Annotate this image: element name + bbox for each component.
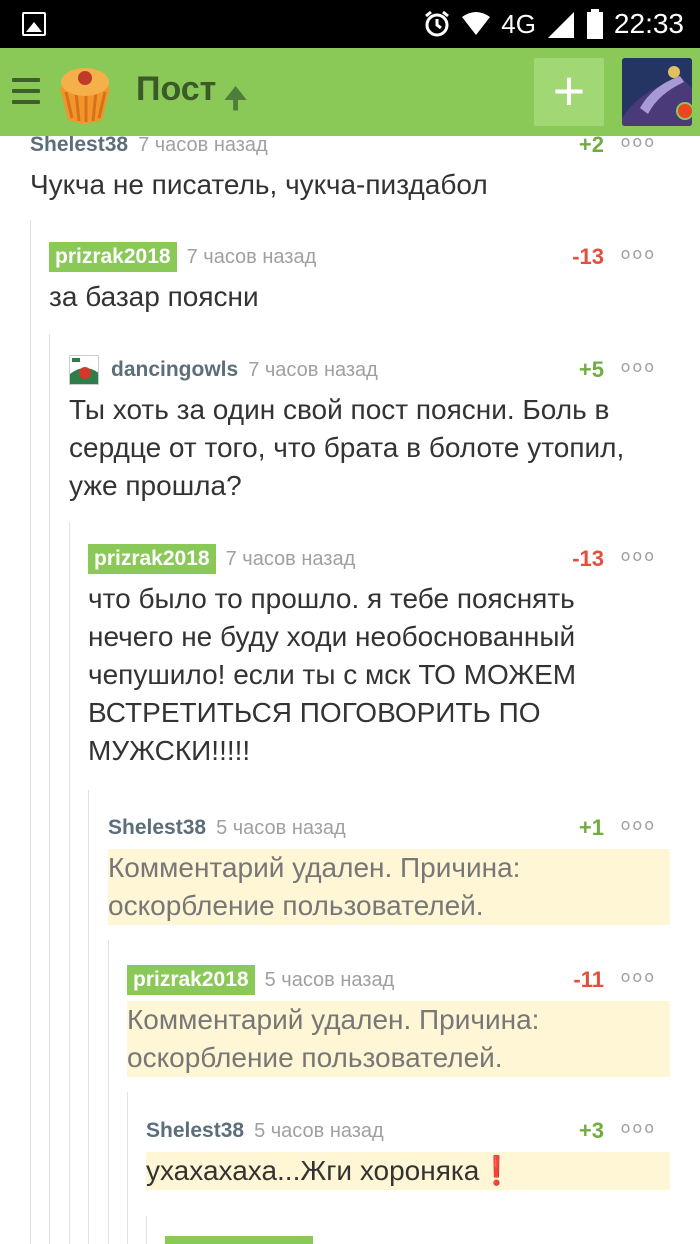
comment-rating: -13	[572, 244, 604, 269]
thread-line	[88, 790, 89, 1244]
comment-rating: -13	[572, 546, 604, 571]
thread-line	[146, 1216, 147, 1244]
page-title: Пост	[136, 70, 217, 108]
clock: 22:33	[613, 8, 684, 39]
comment-time: 7 часов назад	[186, 245, 317, 268]
wifi-icon	[462, 12, 491, 35]
comments-list: Shelest38 7 часов назад +2 ooo Чукча не …	[0, 136, 700, 1244]
comment-author[interactable]: Shelest38	[146, 1116, 244, 1146]
comment-time: 7 часов назад	[225, 547, 356, 570]
status-bar: 4G 22:33	[0, 0, 700, 48]
more-options-icon[interactable]: ooo	[621, 815, 656, 834]
deleted-comment-notice: Комментарий удален. Причина: оскорбление…	[127, 1001, 670, 1077]
more-options-icon[interactable]: ooo	[621, 136, 656, 151]
network-type: 4G	[501, 8, 536, 39]
comment: Shelest38 7 часов назад +2 ooo Чукча не …	[30, 136, 670, 204]
comment-rating: +1	[578, 815, 604, 840]
comment-rating: +5	[578, 357, 604, 382]
thread-line	[127, 1092, 128, 1244]
commenter-avatar[interactable]	[69, 355, 99, 385]
comment-author[interactable]: dancingowls	[111, 355, 238, 385]
comment-text: что было то прошло. я тебе пояснять нече…	[88, 583, 577, 766]
comment: dancingowls 7 часов назад +5 ooo Ты хоть…	[69, 355, 670, 505]
comment: prizrak2018 5 часов назад -11 ooo Коммен…	[127, 965, 670, 1077]
comment-author[interactable]: prizrak2018	[127, 965, 255, 995]
comment-text: за базар поясни	[49, 281, 259, 312]
more-options-icon[interactable]: ooo	[621, 967, 656, 986]
comment-rating: +2	[578, 136, 604, 157]
pikabu-logo[interactable]	[52, 60, 118, 126]
comment: Shelest38 5 часов назад +3 ooo ухахахаха…	[146, 1116, 670, 1190]
comment-time: 5 часов назад	[216, 816, 346, 839]
add-post-button[interactable]: +	[534, 58, 604, 126]
app-bar: Пост 🠉 +	[0, 48, 700, 136]
notification-badge	[676, 102, 694, 120]
comment-text: Чукча не писатель, чукча-пиздабол	[30, 169, 488, 200]
thread-line	[69, 522, 70, 1244]
signal-icon	[547, 12, 574, 38]
more-options-icon[interactable]: ooo	[621, 546, 656, 565]
comment: prizrak2018 7 часов назад -13 ooo что бы…	[88, 544, 670, 770]
battery-icon	[586, 9, 603, 39]
next-comment-author-tag	[165, 1236, 313, 1244]
thread-line	[30, 220, 31, 1244]
comment-author[interactable]: prizrak2018	[49, 242, 177, 272]
alarm-icon	[425, 10, 450, 37]
thread-line	[49, 334, 50, 1244]
deleted-comment-notice: Комментарий удален. Причина: оскорбление…	[108, 849, 670, 925]
comment-time: 5 часов назад	[254, 1119, 384, 1142]
comment-text: ухахахаха...Жги хороняка❗	[146, 1152, 670, 1190]
menu-icon[interactable]	[12, 78, 40, 104]
more-options-icon[interactable]: ooo	[621, 1118, 656, 1137]
thread-line	[108, 940, 109, 1244]
comment-text: Ты хоть за один свой пост поясни. Боль в…	[69, 394, 625, 501]
comment-time: 5 часов назад	[264, 968, 395, 991]
scroll-up-icon[interactable]: 🠉	[224, 78, 247, 126]
more-options-icon[interactable]: ooo	[621, 357, 656, 376]
more-options-icon[interactable]: ooo	[621, 244, 656, 263]
comment-time: 7 часов назад	[138, 136, 268, 156]
comment-time: 7 часов назад	[248, 358, 378, 381]
comment: prizrak2018 7 часов назад -13 ooo за баз…	[49, 242, 670, 316]
gallery-icon	[22, 12, 46, 36]
comment-author[interactable]: prizrak2018	[88, 544, 216, 574]
comment-author[interactable]: Shelest38	[30, 136, 128, 160]
comment-rating: +3	[578, 1118, 604, 1143]
comment-rating: -11	[573, 967, 604, 992]
comment-author[interactable]: Shelest38	[108, 813, 206, 843]
comment: Shelest38 5 часов назад +1 ooo Комментар…	[108, 813, 670, 925]
